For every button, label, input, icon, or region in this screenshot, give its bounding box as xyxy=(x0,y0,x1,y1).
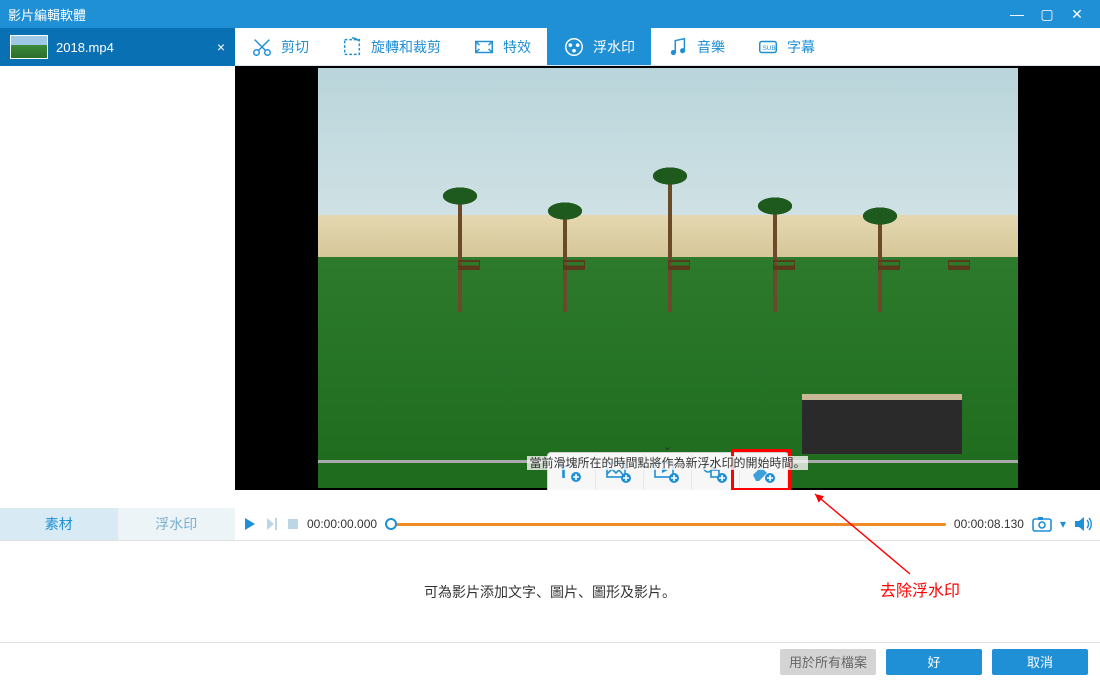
eraser-plus-icon xyxy=(750,460,776,484)
video-plus-icon xyxy=(654,460,680,484)
tab-music[interactable]: 音樂 xyxy=(651,28,741,65)
tab-effects[interactable]: 特效 xyxy=(457,28,547,65)
crop-icon xyxy=(341,36,363,58)
add-video-watermark-button[interactable] xyxy=(644,454,692,490)
bottom-description: 可為影片添加文字、圖片、圖形及影片。 xyxy=(424,582,676,602)
screenshot-button[interactable] xyxy=(1032,516,1052,532)
volume-icon xyxy=(1074,516,1092,532)
file-name: 2018.mp4 xyxy=(56,40,217,55)
timeline-playhead[interactable] xyxy=(385,518,397,530)
maximize-button[interactable]: ▢ xyxy=(1032,6,1062,23)
dropdown-arrow-icon[interactable]: ▾ xyxy=(1060,517,1066,531)
tab-rotate-crop[interactable]: 旋轉和裁剪 xyxy=(325,28,457,65)
svg-text:T: T xyxy=(558,462,569,482)
title-bar: 影片編輯軟體 — ▢ ✕ xyxy=(0,0,1100,28)
apply-all-button[interactable]: 用於所有檔案 xyxy=(780,649,876,675)
time-end: 00:00:08.130 xyxy=(954,517,1024,531)
text-plus-icon: T xyxy=(558,460,584,484)
file-tab[interactable]: 2018.mp4 × xyxy=(0,28,235,66)
sidebar-tab-material[interactable]: 素材 xyxy=(0,508,118,540)
add-shape-watermark-button[interactable] xyxy=(692,454,740,490)
scene-chair xyxy=(668,260,690,270)
sidebar-tab-watermark[interactable]: 浮水印 xyxy=(118,508,236,540)
subtitle-icon: SUB xyxy=(757,36,779,58)
shape-plus-icon xyxy=(702,460,728,484)
top-zone: 2018.mp4 × 剪切 旋轉和裁剪 特效 浮水印 xyxy=(0,28,1100,66)
scene-chair xyxy=(878,260,900,270)
window-title: 影片編輯軟體 xyxy=(8,5,1002,24)
timeline-line xyxy=(385,523,946,526)
main-tabs: 剪切 旋轉和裁剪 特效 浮水印 音樂 xyxy=(235,28,1100,66)
tab-cut[interactable]: 剪切 xyxy=(235,28,325,65)
camera-icon xyxy=(1032,516,1052,532)
chevron-down-icon[interactable]: ⌄ xyxy=(662,439,672,453)
button-row: 用於所有檔案 好 取消 xyxy=(0,642,1100,680)
bottom-panel: 可為影片添加文字、圖片、圖形及影片。 去除浮水印 xyxy=(0,540,1100,642)
tab-label: 音樂 xyxy=(697,37,725,57)
scene-chair xyxy=(773,260,795,270)
stop-icon xyxy=(287,518,299,530)
time-start: 00:00:00.000 xyxy=(307,517,377,531)
scene-palm xyxy=(458,202,462,312)
close-file-button[interactable]: × xyxy=(217,39,225,55)
scene-table xyxy=(802,394,962,454)
workspace: 素材 浮水印 ⌄ xyxy=(0,66,1100,540)
image-plus-icon xyxy=(606,460,632,484)
tab-label: 剪切 xyxy=(281,37,309,57)
timeline-row: 00:00:00.000 00:00:08.130 ▾ xyxy=(235,508,1100,540)
minimize-button[interactable]: — xyxy=(1002,6,1032,22)
tab-label: 字幕 xyxy=(787,37,815,57)
tab-watermark[interactable]: 浮水印 xyxy=(547,28,651,65)
film-icon xyxy=(473,36,495,58)
preview-area: ⌄ T 當前滑塊所在的時間點將作為新浮水印的開始時間。 xyxy=(235,66,1100,540)
play-button[interactable] xyxy=(243,517,257,531)
ok-button[interactable]: 好 xyxy=(886,649,982,675)
tab-label: 浮水印 xyxy=(593,37,635,57)
video-frame xyxy=(318,68,1018,488)
music-icon xyxy=(667,36,689,58)
scene-chair xyxy=(458,260,480,270)
step-button[interactable] xyxy=(265,517,279,531)
scene-chair xyxy=(948,260,970,270)
tab-label: 旋轉和裁剪 xyxy=(371,37,441,57)
tab-label: 特效 xyxy=(503,37,531,57)
add-text-watermark-button[interactable]: T xyxy=(548,454,596,490)
cancel-button[interactable]: 取消 xyxy=(992,649,1088,675)
tab-subtitle[interactable]: SUB 字幕 xyxy=(741,28,831,65)
stop-button[interactable] xyxy=(287,518,299,530)
sidebar-list xyxy=(0,66,235,508)
watermark-icon xyxy=(563,36,585,58)
video-preview[interactable]: ⌄ T xyxy=(235,66,1100,490)
sidebar: 素材 浮水印 xyxy=(0,66,235,540)
scene-palm xyxy=(668,182,672,312)
watermark-toolbar: ⌄ T xyxy=(547,452,789,490)
add-image-watermark-button[interactable] xyxy=(596,454,644,490)
step-icon xyxy=(265,517,279,531)
scene-chair xyxy=(563,260,585,270)
sidebar-tabs: 素材 浮水印 xyxy=(0,508,235,540)
svg-text:SUB: SUB xyxy=(763,44,776,51)
remove-watermark-button[interactable] xyxy=(740,454,788,490)
scissors-icon xyxy=(251,36,273,58)
play-icon xyxy=(243,517,257,531)
file-thumbnail xyxy=(10,35,48,59)
timeline-track[interactable] xyxy=(385,520,946,528)
volume-button[interactable] xyxy=(1074,516,1092,532)
close-window-button[interactable]: ✕ xyxy=(1062,6,1092,23)
annotation-label: 去除浮水印 xyxy=(880,577,960,601)
